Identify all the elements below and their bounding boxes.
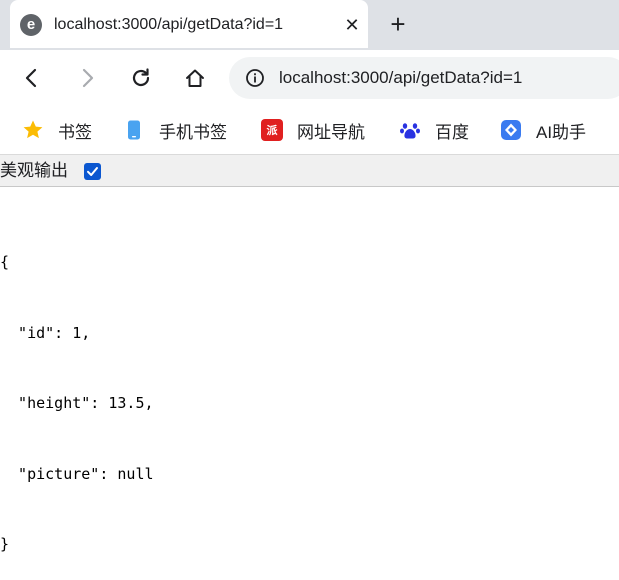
- hao123-icon: 派: [261, 119, 283, 141]
- star-icon: [23, 120, 43, 139]
- site-info-icon[interactable]: [245, 68, 265, 88]
- pretty-print-label[interactable]: 美观输出: [0, 160, 68, 182]
- tab-close-button[interactable]: ✕: [340, 13, 364, 37]
- bookmarks-bar: 书签 手机书签 派 网址导航 百度 AI助手: [0, 106, 619, 154]
- forward-arrow-icon: [82, 68, 94, 88]
- url-text[interactable]: localhost:3000/api/getData?id=1: [279, 67, 522, 89]
- bookmark-item-hao123[interactable]: 派 网址导航: [261, 118, 365, 142]
- bookmark-label: AI助手: [536, 122, 587, 142]
- baidu-paw-icon: [400, 123, 420, 139]
- pretty-print-bar: 美观输出: [0, 154, 619, 187]
- bookmark-label: 书签: [58, 122, 92, 142]
- active-tab[interactable]: e localhost:3000/api/getData?id=1 ✕: [10, 0, 368, 48]
- tab-strip: e localhost:3000/api/getData?id=1 ✕ +: [0, 0, 619, 50]
- home-icon: [186, 69, 204, 87]
- json-output: { "id": 1, "height": 13.5, "picture": nu…: [0, 204, 154, 580]
- bookmark-label: 百度: [435, 122, 469, 142]
- bookmark-label: 网址导航: [297, 122, 365, 142]
- json-line: "picture": null: [0, 464, 154, 483]
- back-button[interactable]: [16, 62, 48, 94]
- json-line: "id": 1,: [0, 323, 91, 342]
- json-line: "height": 13.5,: [0, 394, 154, 412]
- pretty-print-checkbox[interactable]: [84, 163, 101, 180]
- ai-assistant-icon: [501, 120, 521, 140]
- bookmark-item-baidu[interactable]: 百度: [399, 118, 469, 142]
- json-line: {: [0, 253, 10, 271]
- mobile-phone-icon: [128, 120, 140, 140]
- bookmark-label: 手机书签: [159, 122, 227, 142]
- back-arrow-icon: [25, 68, 37, 88]
- address-bar[interactable]: localhost:3000/api/getData?id=1: [229, 57, 619, 99]
- forward-button[interactable]: [71, 62, 103, 94]
- bookmark-item-mobile[interactable]: 手机书签: [123, 118, 227, 142]
- tab-title: localhost:3000/api/getData?id=1: [54, 16, 284, 33]
- home-button[interactable]: [179, 62, 211, 94]
- checkmark-icon: [87, 167, 98, 176]
- browser-toolbar: localhost:3000/api/getData?id=1: [0, 50, 619, 106]
- json-line: }: [0, 535, 10, 553]
- bookmark-item-bookmarks[interactable]: 书签: [22, 118, 92, 142]
- new-tab-button[interactable]: +: [384, 10, 412, 38]
- reload-icon: [132, 68, 150, 87]
- edge-favicon-icon: e: [20, 14, 42, 36]
- bookmark-item-ai-assistant[interactable]: AI助手: [500, 118, 586, 142]
- reload-button[interactable]: [125, 62, 157, 94]
